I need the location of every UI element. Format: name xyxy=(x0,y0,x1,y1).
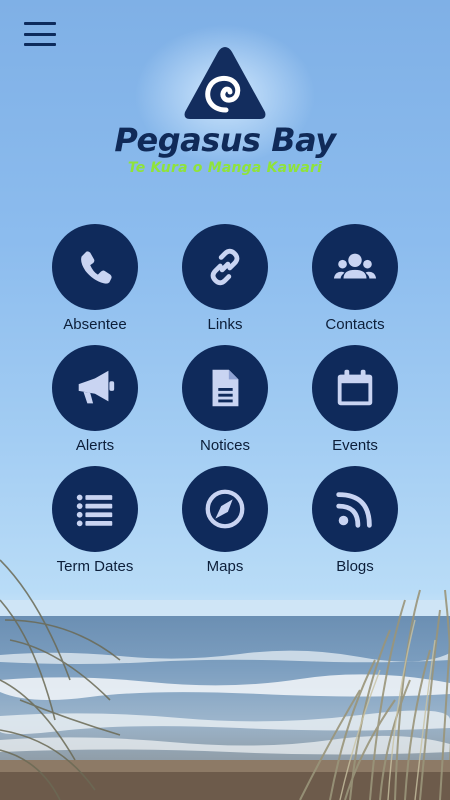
brand-tagline: Te Kura o Manga Kawari xyxy=(127,160,323,176)
tile-maps[interactable]: Maps xyxy=(160,466,290,587)
tile-label: Notices xyxy=(199,437,251,454)
tile-label: Maps xyxy=(206,558,244,575)
menu-bar xyxy=(24,32,56,36)
menu-bar xyxy=(24,22,56,25)
tile-alerts[interactable]: Alerts xyxy=(30,345,160,466)
brand-name: Pegasus Bay xyxy=(114,121,336,159)
tile-blogs[interactable]: Blogs xyxy=(290,466,420,587)
tile-circle xyxy=(312,466,398,552)
tile-contacts[interactable]: Contacts xyxy=(290,224,420,345)
tile-notices[interactable]: Notices xyxy=(160,345,290,466)
tile-circle xyxy=(182,224,268,310)
tile-circle xyxy=(312,345,398,431)
tile-label: Alerts xyxy=(75,437,115,454)
tile-circle xyxy=(52,224,138,310)
tile-label: Absentee xyxy=(63,316,127,333)
link-icon xyxy=(210,248,240,286)
tile-circle xyxy=(182,466,268,552)
compass-icon xyxy=(205,489,245,529)
tile-links[interactable]: Links xyxy=(160,224,290,345)
menu-bar xyxy=(24,43,56,46)
hamburger-icon[interactable] xyxy=(24,22,56,46)
phone-icon xyxy=(81,251,112,284)
school-logo: Pegasus Bay Te Kura o Manga Kawari xyxy=(0,44,450,176)
tile-label: Events xyxy=(332,437,378,454)
tile-absentee[interactable]: Absentee xyxy=(30,224,160,345)
tile-circle xyxy=(52,466,138,552)
tile-label: Term Dates xyxy=(56,558,134,575)
tile-term-dates[interactable]: Term Dates xyxy=(30,466,160,587)
koru-triangle-icon xyxy=(184,47,266,119)
tile-label: Blogs xyxy=(336,558,374,575)
calendar-icon xyxy=(337,369,373,406)
rss-icon xyxy=(336,492,372,528)
tile-circle xyxy=(182,345,268,431)
tile-circle xyxy=(312,224,398,310)
list-icon xyxy=(76,494,113,527)
tile-events[interactable]: Events xyxy=(290,345,420,466)
tile-label: Links xyxy=(207,316,243,333)
menu-grid: Absentee Links Contacts Alerts Notices E… xyxy=(30,224,420,587)
users-icon xyxy=(333,253,377,279)
megaphone-icon xyxy=(78,370,115,404)
document-icon xyxy=(212,369,239,407)
tile-label: Contacts xyxy=(325,316,385,333)
tile-circle xyxy=(52,345,138,431)
